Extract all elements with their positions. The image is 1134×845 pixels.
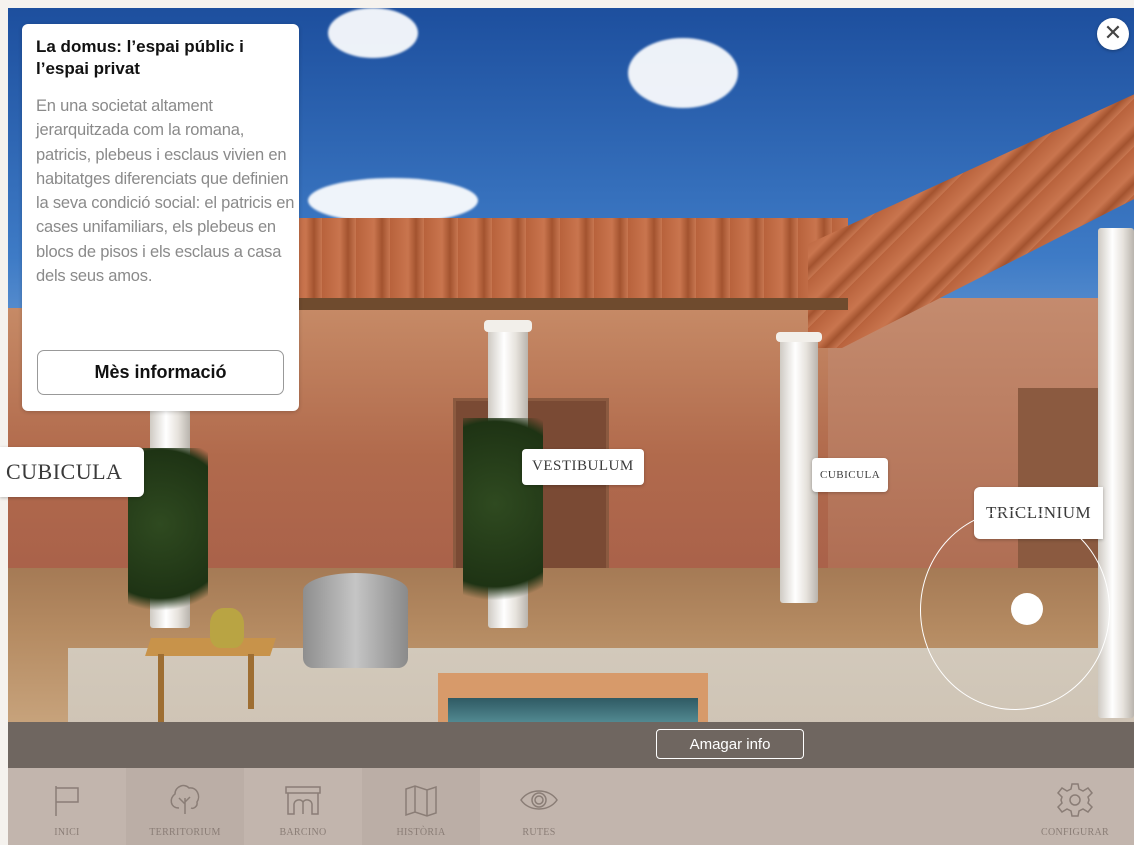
- stone-well: [303, 573, 408, 668]
- hide-info-button[interactable]: Amagar info: [656, 729, 804, 759]
- info-card: La domus: l’espai públic i l’espai priva…: [22, 24, 299, 411]
- impluvium-water: [448, 698, 698, 722]
- vase: [210, 608, 244, 648]
- nav-item-configurar[interactable]: CONFIGURAR: [1016, 768, 1134, 845]
- hotspot-vestibulum[interactable]: VESTIBULUM: [522, 449, 644, 485]
- cloud: [308, 178, 478, 223]
- eye-icon: [520, 790, 558, 810]
- map-icon: [405, 785, 437, 817]
- nav-label: INICI: [54, 827, 80, 838]
- nav-item-rutes[interactable]: RUTES: [480, 768, 598, 845]
- info-card-body: En una societat altament jerarquitzada c…: [36, 97, 295, 286]
- hotspot-cubicula-left[interactable]: CUBICULA: [0, 447, 145, 497]
- aqueduct-icon: [285, 786, 321, 815]
- joystick-knob[interactable]: [1011, 593, 1043, 625]
- cloud: [328, 8, 418, 58]
- nav-label: RUTES: [522, 827, 556, 838]
- close-icon: ✕: [1103, 20, 1123, 45]
- nav-label: HISTÒRIA: [396, 827, 446, 838]
- nav-item-territorium[interactable]: TERRITORIUM: [126, 768, 244, 845]
- table-leg: [158, 654, 164, 722]
- more-info-button[interactable]: Mès informació: [37, 350, 284, 395]
- nav-label: TERRITORIUM: [149, 827, 221, 838]
- nav-label: BARCINO: [279, 827, 327, 838]
- gear-icon: [1056, 783, 1094, 817]
- info-bar: [8, 722, 1134, 768]
- cloud: [628, 38, 738, 108]
- nav-item-historia[interactable]: HISTÒRIA: [362, 768, 480, 845]
- table-leg: [248, 654, 254, 709]
- close-button[interactable]: ✕: [1097, 18, 1129, 50]
- flag-icon: [55, 786, 79, 816]
- nav-item-barcino[interactable]: BARCINO: [244, 768, 362, 845]
- hotspot-cubicula-right[interactable]: CUBICULA: [812, 458, 889, 492]
- roof-beam: [288, 298, 848, 310]
- tree-icon: [170, 784, 200, 814]
- nav-label: CONFIGURAR: [1040, 827, 1109, 838]
- column-capital: [776, 332, 822, 342]
- info-card-title: La domus: l’espai públic i l’espai priva…: [36, 37, 244, 78]
- column-capital: [484, 320, 532, 332]
- roof-tiles: [288, 218, 848, 308]
- nav-item-inici[interactable]: INICI: [8, 768, 126, 845]
